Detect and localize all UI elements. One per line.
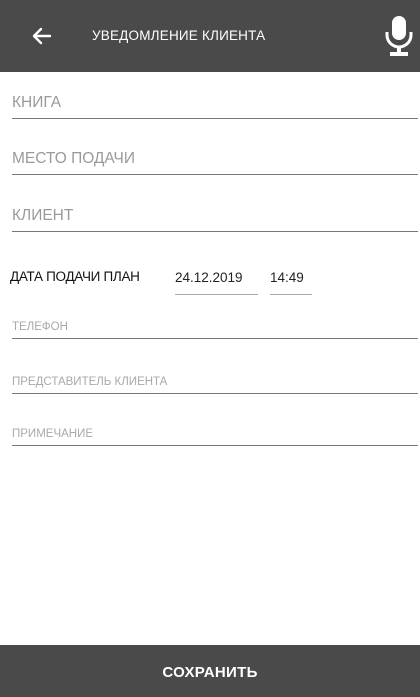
note-label: ПРИМЕЧАНИЕ bbox=[12, 428, 94, 440]
time-picker-field[interactable]: 14:49 bbox=[270, 264, 312, 295]
book-label: КНИГА bbox=[12, 94, 62, 111]
microphone-icon[interactable] bbox=[383, 14, 415, 58]
representative-label: ПРЕДСТАВИТЕЛЬ КЛИЕНТА bbox=[12, 376, 168, 388]
note-field[interactable]: ПРИМЕЧАНИЕ bbox=[12, 418, 418, 446]
client-label: КЛИЕНТ bbox=[12, 207, 74, 224]
phone-field[interactable]: ТЕЛЕФОН bbox=[12, 310, 418, 339]
date-plan-label: ДАТА ПОДАЧИ ПЛАН bbox=[10, 269, 140, 284]
top-app-bar: УВЕДОМЛЕНИЕ КЛИЕНТА bbox=[0, 0, 420, 72]
place-label: МЕСТО ПОДАЧИ bbox=[12, 150, 136, 167]
date-picker-field[interactable]: 24.12.2019 bbox=[175, 264, 258, 295]
client-field[interactable]: КЛИЕНТ bbox=[12, 192, 418, 232]
save-button[interactable]: СОХРАНИТЬ bbox=[0, 645, 420, 697]
phone-label: ТЕЛЕФОН bbox=[12, 321, 68, 333]
save-button-label: СОХРАНИТЬ bbox=[162, 664, 258, 681]
place-field[interactable]: МЕСТО ПОДАЧИ bbox=[12, 136, 418, 175]
page-title: УВЕДОМЛЕНИЕ КЛИЕНТА bbox=[92, 28, 266, 43]
date-plan-row: ДАТА ПОДАЧИ ПЛАН 24.12.2019 14:49 bbox=[0, 258, 420, 295]
book-field[interactable]: КНИГА bbox=[12, 80, 418, 119]
arrow-left-icon[interactable] bbox=[28, 22, 56, 50]
representative-field[interactable]: ПРЕДСТАВИТЕЛЬ КЛИЕНТА bbox=[12, 364, 418, 394]
